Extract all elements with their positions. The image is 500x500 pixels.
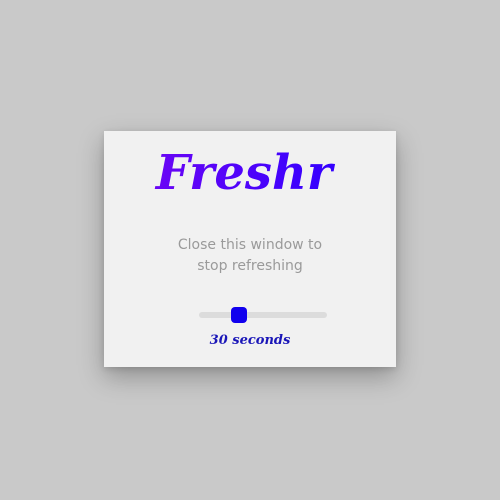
message-line-1: Close this window to	[177, 237, 323, 253]
logo-text: Freshr	[154, 145, 336, 201]
refresh-interval-slider[interactable]	[199, 306, 327, 324]
popup-window: Freshr Close this window to stop refresh…	[104, 131, 396, 367]
slider-track[interactable]	[199, 312, 327, 318]
message-line-2: stop refreshing	[197, 258, 303, 274]
freshr-logo: Freshr	[104, 141, 396, 203]
slider-thumb[interactable]	[230, 307, 247, 323]
close-window-message: Close this window to stop refreshing	[104, 235, 396, 277]
refresh-interval-label: 30 seconds	[209, 333, 291, 348]
